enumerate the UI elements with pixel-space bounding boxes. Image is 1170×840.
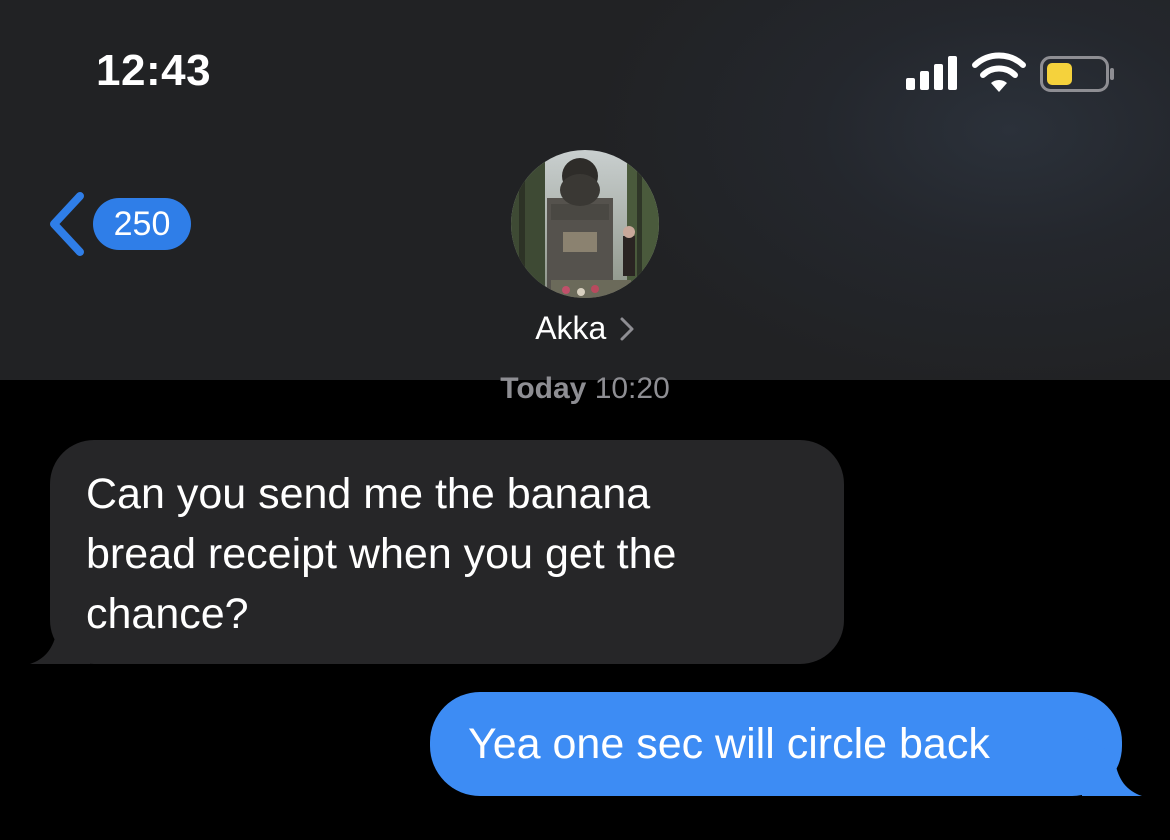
status-time: 12:43 [96, 46, 212, 95]
back-button[interactable]: 250 [46, 188, 196, 260]
chevron-left-icon [50, 192, 84, 256]
message-line: chance? [86, 590, 249, 638]
contact-name: Akka [535, 310, 607, 346]
battery-level-fill [1047, 63, 1072, 85]
unread-count-badge: 250 [93, 198, 191, 250]
contact-avatar[interactable] [511, 150, 659, 298]
message-line: Can you send me the banana [86, 470, 651, 518]
chevron-right-icon [620, 317, 634, 340]
bubble-tail [1082, 736, 1142, 796]
incoming-message-bubble[interactable]: Can you send me the banana bread receipt… [30, 440, 844, 664]
outgoing-message-text: Yea one sec will circle back [468, 720, 990, 768]
incoming-message-text: Can you send me the banana bread receipt… [86, 464, 826, 644]
conversation-header: 12:43 250 Akka [0, 0, 1170, 380]
message-line: bread receipt when you get the [86, 530, 677, 578]
avatar-photo [511, 150, 659, 298]
wifi-icon [972, 52, 1026, 92]
conversation-timestamp: Today 10:20 [0, 372, 1170, 406]
timestamp-day: Today [500, 372, 587, 405]
status-bar: 12:43 [0, 0, 1170, 150]
contact-name-button[interactable]: Akka [0, 310, 1170, 347]
bubble-tail [30, 604, 90, 664]
battery-icon [1040, 56, 1114, 92]
timestamp-time: 10:20 [594, 372, 670, 405]
outgoing-message-bubble[interactable]: Yea one sec will circle back [430, 692, 1142, 796]
cellular-signal-icon [906, 56, 957, 90]
